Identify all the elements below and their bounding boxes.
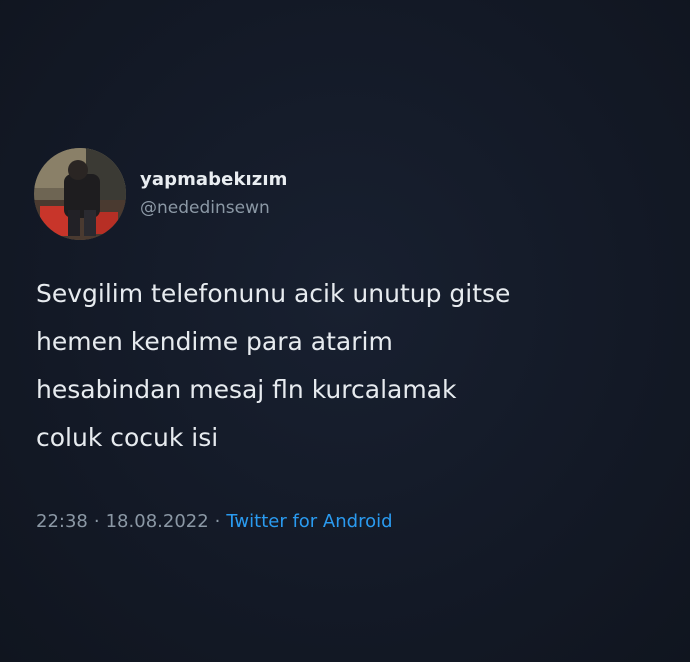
tweet-time[interactable]: 22:38 <box>36 511 88 532</box>
tweet-text-line: Sevgilim telefonunu acik unutup gitse <box>36 279 511 308</box>
tweet-source-link[interactable]: Twitter for Android <box>226 511 392 532</box>
avatar[interactable] <box>34 148 126 240</box>
meta-separator: · <box>214 511 221 532</box>
tweet-text-line: hemen kendime para atarim <box>36 327 393 356</box>
tweet-date[interactable]: 18.08.2022 <box>106 511 209 532</box>
tweet-text-line: hesabindan mesaj fln kurcalamak <box>36 375 457 404</box>
display-name[interactable]: yapmabekızım <box>140 168 288 192</box>
tweet-card: yapmabekızım @nededinsewn Sevgilim telef… <box>0 0 690 662</box>
tweet-header: yapmabekızım @nededinsewn <box>34 148 288 240</box>
meta-separator: · <box>93 511 100 532</box>
tweet-meta: 22:38 · 18.08.2022 · Twitter for Android <box>36 508 393 536</box>
user-handle[interactable]: @nededinsewn <box>140 195 288 221</box>
author-info: yapmabekızım @nededinsewn <box>140 168 288 221</box>
tweet-text: Sevgilim telefonunu acik unutup gitse he… <box>36 270 666 462</box>
tweet-text-line: coluk cocuk isi <box>36 423 219 452</box>
avatar-photo <box>34 148 126 240</box>
